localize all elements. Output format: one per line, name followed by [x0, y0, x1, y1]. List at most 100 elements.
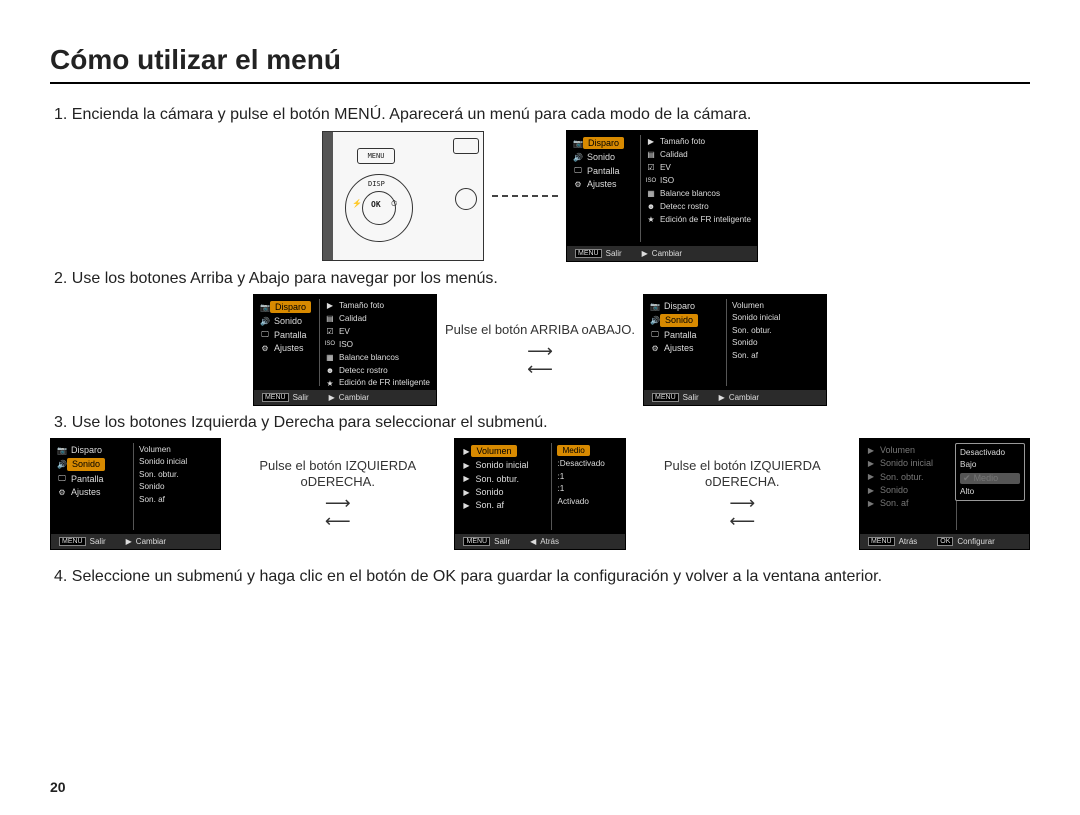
- menu-item-disparo: Disparo: [71, 445, 102, 455]
- submenu-detecc: Detecc rostro: [339, 366, 388, 375]
- submenu-volumen: Volumen: [732, 301, 764, 310]
- arrow-left-right-2: Pulse el botón IZQUIERDA oDERECHA. ⟶⟵: [634, 458, 851, 531]
- submenu-balance: Balance blancos: [339, 353, 399, 362]
- submenu-son-obtur-dim: Son. obtur.: [880, 472, 924, 482]
- display-icon: 🖵: [573, 166, 583, 176]
- speaker-icon: 🔊: [650, 316, 660, 326]
- submenu-volumen-dim: Volumen: [880, 445, 915, 455]
- tri-icon: ▶: [126, 537, 132, 546]
- submenu-ev: EV: [339, 327, 350, 336]
- menu-item-pantalla: Pantalla: [274, 330, 307, 340]
- menu-item-ajustes: Ajustes: [71, 487, 101, 497]
- menu-key: MENU: [575, 249, 602, 258]
- value-uno-1: :1: [557, 472, 564, 481]
- gear-icon: ⚙: [650, 343, 660, 353]
- submenu-sonido: Sonido: [732, 338, 758, 347]
- value-uno-2: :1: [557, 484, 564, 493]
- opt-bajo: Bajo: [960, 460, 976, 469]
- tri-icon: ▶: [461, 501, 471, 511]
- tri-icon: ▶: [646, 137, 656, 147]
- star-icon: ★: [325, 378, 335, 388]
- step-1-text: 1. Encienda la cámara y pulse el botón M…: [54, 106, 1030, 124]
- display-icon: 🖵: [57, 474, 67, 484]
- iso-icon: ISO: [646, 176, 656, 186]
- submenu-sonido-inicial-dim: Sonido inicial: [880, 458, 933, 468]
- tri-icon: ▶: [325, 301, 335, 311]
- footer-config: Configurar: [957, 537, 994, 546]
- arrow-lr-caption-1: Pulse el botón IZQUIERDA oDERECHA.: [229, 458, 446, 491]
- footer-salir: Salir: [683, 393, 699, 402]
- opt-desactivado: Desactivado: [960, 448, 1005, 457]
- qual-icon: ▤: [325, 314, 335, 324]
- footer-cambiar: Cambiar: [339, 393, 369, 402]
- value-medio-sel: Medio: [557, 445, 589, 456]
- camera-right-button: [455, 188, 477, 210]
- menu-item-disparo: Disparo: [583, 137, 624, 149]
- submenu-tamano: Tamaño foto: [660, 137, 705, 146]
- arrow-up-down-caption: Pulse el botón ARRIBA oABAJO.: [445, 322, 635, 338]
- submenu-volumen: Volumen: [139, 445, 171, 454]
- star-icon: ★: [646, 215, 656, 225]
- submenu-sonido: Sonido: [475, 487, 503, 497]
- menu-item-sonido: Sonido: [587, 152, 615, 162]
- menu-key: MENU: [262, 393, 289, 402]
- submenu-edicion: Edición de FR inteligente: [339, 378, 430, 387]
- menu-item-pantalla: Pantalla: [664, 330, 697, 340]
- speaker-icon: 🔊: [57, 460, 67, 470]
- menu-item-ajustes: Ajustes: [664, 343, 694, 353]
- step-3-figure-row: 📷Disparo 🔊Sonido 🖵Pantalla ⚙Ajustes Volu…: [50, 438, 1030, 550]
- screen-volume-options: ▶Volumen ▶Sonido inicial ▶Son. obtur. ▶S…: [859, 438, 1030, 550]
- footer-atras: Atrás: [540, 537, 559, 546]
- step-4-text: 4. Seleccione un submenú y haga clic en …: [54, 568, 1030, 586]
- submenu-detecc: Detecc rostro: [660, 202, 709, 211]
- menu-item-ajustes: Ajustes: [587, 179, 617, 189]
- camera-top-button: [453, 138, 479, 154]
- footer-salir: Salir: [606, 249, 622, 258]
- tri-icon: ▶: [866, 499, 876, 509]
- menu-item-disparo: Disparo: [270, 301, 311, 313]
- speaker-icon: 🔊: [260, 317, 270, 327]
- menu-key: MENU: [59, 537, 86, 546]
- tri-icon: ▶: [329, 393, 335, 402]
- page-number: 20: [50, 779, 66, 795]
- submenu-son-af: Son. af: [139, 495, 165, 504]
- ok-key: OK: [937, 537, 953, 546]
- submenu-volumen-sel: Volumen: [471, 445, 516, 457]
- submenu-sonido-inicial: Sonido inicial: [139, 457, 187, 466]
- submenu-edicion: Edición de FR inteligente: [660, 215, 751, 224]
- submenu-son-af-dim: Son. af: [880, 498, 909, 508]
- menu-item-ajustes: Ajustes: [274, 343, 304, 353]
- footer-cambiar: Cambiar: [729, 393, 759, 402]
- dashed-connector: [492, 195, 558, 198]
- iso-icon: ISO: [325, 340, 335, 350]
- footer-salir: Salir: [90, 537, 106, 546]
- menu-key: MENU: [868, 537, 895, 546]
- options-popup: Desactivado Bajo ✔Medio Alto: [955, 443, 1025, 501]
- submenu-sonido: Sonido: [139, 482, 165, 491]
- submenu-son-af: Son. af: [475, 500, 504, 510]
- step-1-figure-row: MENU DISP OK ⚡ ⏱ 📷Disparo 🔊Sonido 🖵Panta…: [50, 130, 1030, 262]
- submenu-son-obtur: Son. obtur.: [139, 470, 179, 479]
- submenu-calidad: Calidad: [339, 314, 367, 323]
- step-2-figure-row: 📷Disparo 🔊Sonido 🖵Pantalla ⚙Ajustes ▶Tam…: [50, 294, 1030, 406]
- display-icon: 🖵: [260, 330, 270, 340]
- submenu-iso: ISO: [339, 340, 353, 349]
- tri-icon: ▶: [461, 474, 471, 484]
- screen-sonido-menu-2: 📷Disparo 🔊Sonido 🖵Pantalla ⚙Ajustes Volu…: [50, 438, 221, 550]
- submenu-tamano: Tamaño foto: [339, 301, 384, 310]
- value-desactivado: :Desactivado: [557, 459, 604, 468]
- tri-icon: ▶: [866, 472, 876, 482]
- qual-icon: ▤: [646, 150, 656, 160]
- arrow-up-down: Pulse el botón ARRIBA oABAJO. ⟶⟵: [445, 322, 635, 378]
- menu-item-sonido: Sonido: [67, 458, 105, 470]
- menu-key: MENU: [463, 537, 490, 546]
- arrow-lr-caption-2: Pulse el botón IZQUIERDA oDERECHA.: [634, 458, 851, 491]
- tri-icon: ▶: [461, 487, 471, 497]
- flash-icon: ⚡: [352, 199, 362, 208]
- camera-icon: 📷: [57, 445, 67, 455]
- screen-disparo-menu-2: 📷Disparo 🔊Sonido 🖵Pantalla ⚙Ajustes ▶Tam…: [253, 294, 437, 406]
- check-icon: ✔: [963, 473, 971, 484]
- screen-sonido-values: ▶Volumen ▶Sonido inicial ▶Son. obtur. ▶S…: [454, 438, 625, 550]
- submenu-son-obtur: Son. obtur.: [732, 326, 772, 335]
- submenu-sonido-inicial: Sonido inicial: [732, 313, 780, 322]
